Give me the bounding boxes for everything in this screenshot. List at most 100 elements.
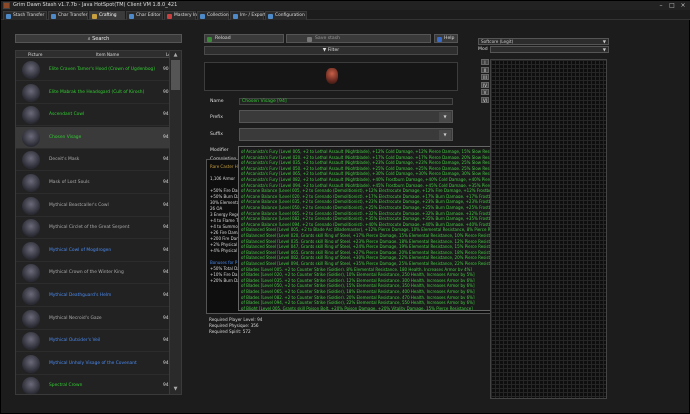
- item-level: 94: [163, 360, 169, 366]
- tooltip-line: +4 to Flame To: [210, 218, 241, 223]
- item-level: 94: [163, 270, 169, 276]
- item-level: 94: [163, 247, 169, 253]
- tab-icon: [92, 14, 97, 19]
- tooltip-line: +4 to Summon: [210, 224, 241, 229]
- item-picture-icon: [22, 241, 40, 260]
- help-button[interactable]: Help: [434, 34, 458, 43]
- maximize-icon[interactable]: □: [667, 2, 677, 9]
- item-name: Spectral Crown: [49, 383, 83, 389]
- item-name: Mythical Unholy Visage of the Covenant: [49, 360, 137, 366]
- list-item[interactable]: Mythical Necroid's Gaze 94: [16, 308, 181, 330]
- item-level: 94: [163, 202, 169, 208]
- prefix-label: Prefix: [210, 115, 223, 120]
- list-item[interactable]: Chosen Visage 94: [16, 126, 181, 149]
- save-icon: [307, 37, 312, 42]
- minimize-icon[interactable]: –: [656, 2, 666, 9]
- mod-label: Mod: [478, 47, 488, 52]
- stash-mode-select[interactable]: Softcore (Legit) ▼: [478, 38, 609, 45]
- chevron-down-icon[interactable]: ▼: [439, 112, 451, 122]
- tab-collection[interactable]: Collection: [197, 11, 229, 20]
- item-name: Mask of Lost Souls: [49, 180, 90, 185]
- name-field[interactable]: Chosen Visage [94]: [239, 98, 453, 105]
- title-bar: Grim Dawn Stash v1.7.7b - Java HotSpot(T…: [1, 1, 690, 10]
- item-level: 90: [163, 67, 169, 72]
- item-level: 90: [163, 89, 169, 95]
- scroll-up-icon[interactable]: ▲: [171, 52, 180, 59]
- list-item[interactable]: Spectral Crown 94: [16, 375, 181, 394]
- tab-mastery-info[interactable]: Mastery Info: [164, 11, 201, 20]
- list-item[interactable]: Mythical Beastcaller's Cowl 94: [16, 195, 181, 217]
- item-picture-icon: [22, 332, 40, 351]
- stash-page-button[interactable]: III: [481, 74, 489, 80]
- prefix-select[interactable]: ▼: [239, 110, 453, 123]
- tab-crafting[interactable]: Crafting: [89, 11, 125, 20]
- scroll-down-icon[interactable]: ▼: [171, 386, 180, 393]
- requirement-spirit: Required Spirit: 572: [209, 329, 251, 334]
- tab-configuration[interactable]: Configuration: [265, 11, 307, 20]
- tab-label: Im- / Export: [240, 13, 266, 18]
- item-picture-icon: [22, 83, 40, 102]
- suffix-select[interactable]: ▼: [239, 128, 453, 141]
- list-item[interactable]: Mythical Circlet of the Great Serpent 94: [16, 217, 181, 240]
- column-header-item-name[interactable]: Item Name: [96, 51, 119, 58]
- item-name: Deceit's Mask: [49, 157, 80, 163]
- item-name: Mythical Circlet of the Great Serpent: [49, 225, 130, 231]
- mod-select[interactable]: ▼: [490, 46, 609, 53]
- main-tabs: Stash Transfer Char Transfer Crafting Char …: [1, 10, 690, 20]
- helmet-icon: [326, 68, 338, 84]
- tab-char-transfer[interactable]: Char Transfer: [48, 11, 88, 20]
- help-label: Help: [444, 36, 455, 41]
- search-button[interactable]: ⌕ Search: [15, 34, 182, 43]
- tab-label: Char Editor: [136, 13, 161, 18]
- filter-toggle[interactable]: ▼ Filter: [204, 46, 458, 55]
- stash-grid[interactable]: [490, 59, 607, 399]
- list-item[interactable]: Mythical Crown of the Winter King 94: [16, 262, 181, 285]
- search-label: Search: [92, 36, 110, 42]
- list-item[interactable]: Mythical Outsider's Veil 94: [16, 330, 181, 353]
- list-scrollbar[interactable]: ▲ ▼: [169, 50, 182, 395]
- item-name: Ascendant Cowl: [49, 112, 85, 118]
- item-picture-icon: [22, 106, 40, 125]
- chevron-down-icon[interactable]: ▼: [439, 130, 451, 140]
- stash-page-button[interactable]: IV: [481, 81, 489, 88]
- requirement-level: Required Player Level: 94: [209, 317, 263, 322]
- scroll-thumb[interactable]: [171, 60, 180, 90]
- stash-page-button[interactable]: II: [481, 66, 489, 73]
- item-name: Chosen Visage: [49, 134, 82, 140]
- tab-label: Crafting: [99, 13, 117, 18]
- item-name: Mythical Beastcaller's Cowl: [49, 202, 109, 208]
- tooltip-line: Rare Caster He: [210, 164, 241, 169]
- item-picture-icon: [22, 128, 40, 147]
- item-level: 94: [163, 134, 169, 140]
- tab-im-export[interactable]: Im- / Export: [230, 11, 266, 20]
- item-preview: [204, 62, 458, 91]
- list-item[interactable]: Elite Craven Tamer's Hood (Crown of Ugde…: [16, 59, 181, 81]
- stash-page-button[interactable]: VI: [481, 96, 489, 103]
- tab-icon: [129, 14, 134, 19]
- list-item[interactable]: Elite Mabrak the Headsgard (Cult of Kiro…: [16, 82, 181, 104]
- list-item[interactable]: Ascendant Cowl 94: [16, 104, 181, 127]
- tab-stash-transfer[interactable]: Stash Transfer: [3, 11, 47, 20]
- list-item[interactable]: Mythical Deathguard's Helm 94: [16, 285, 181, 307]
- stash-page-button[interactable]: V: [481, 89, 489, 95]
- tab-char-editor[interactable]: Char Editor: [126, 11, 163, 20]
- name-label: Name: [210, 99, 224, 104]
- filter-label: Filter: [327, 48, 340, 53]
- tooltip-line: +10% Fire Da: [210, 272, 238, 277]
- app-icon: [3, 2, 10, 9]
- dropdown-option[interactable]: of Blight [Level 005, Grants skill Poiso…: [241, 304, 531, 310]
- column-header-picture[interactable]: Picture: [28, 51, 42, 58]
- tab-icon: [6, 14, 11, 19]
- list-item[interactable]: Mythical Unholy Visage of the Covenant 94: [16, 353, 181, 375]
- reload-button[interactable]: Reload: [204, 34, 284, 43]
- tooltip-line: 26 OA: [210, 206, 223, 211]
- tooltip-line: 1,106 Armor: [210, 176, 236, 181]
- item-name: Mythical Necroid's Gaze: [49, 315, 102, 321]
- save-stash-button[interactable]: Save stash: [286, 34, 431, 43]
- list-item[interactable]: Mask of Lost Souls 94: [16, 172, 181, 194]
- list-item[interactable]: Deceit's Mask 94: [16, 149, 181, 172]
- close-icon[interactable]: ×: [678, 2, 688, 9]
- stash-page-button[interactable]: I: [481, 59, 489, 65]
- list-item[interactable]: Mythical Cowl of Mogdrogen 94: [16, 240, 181, 262]
- item-name: Elite Craven Tamer's Hood (Crown of Ugde…: [49, 67, 156, 72]
